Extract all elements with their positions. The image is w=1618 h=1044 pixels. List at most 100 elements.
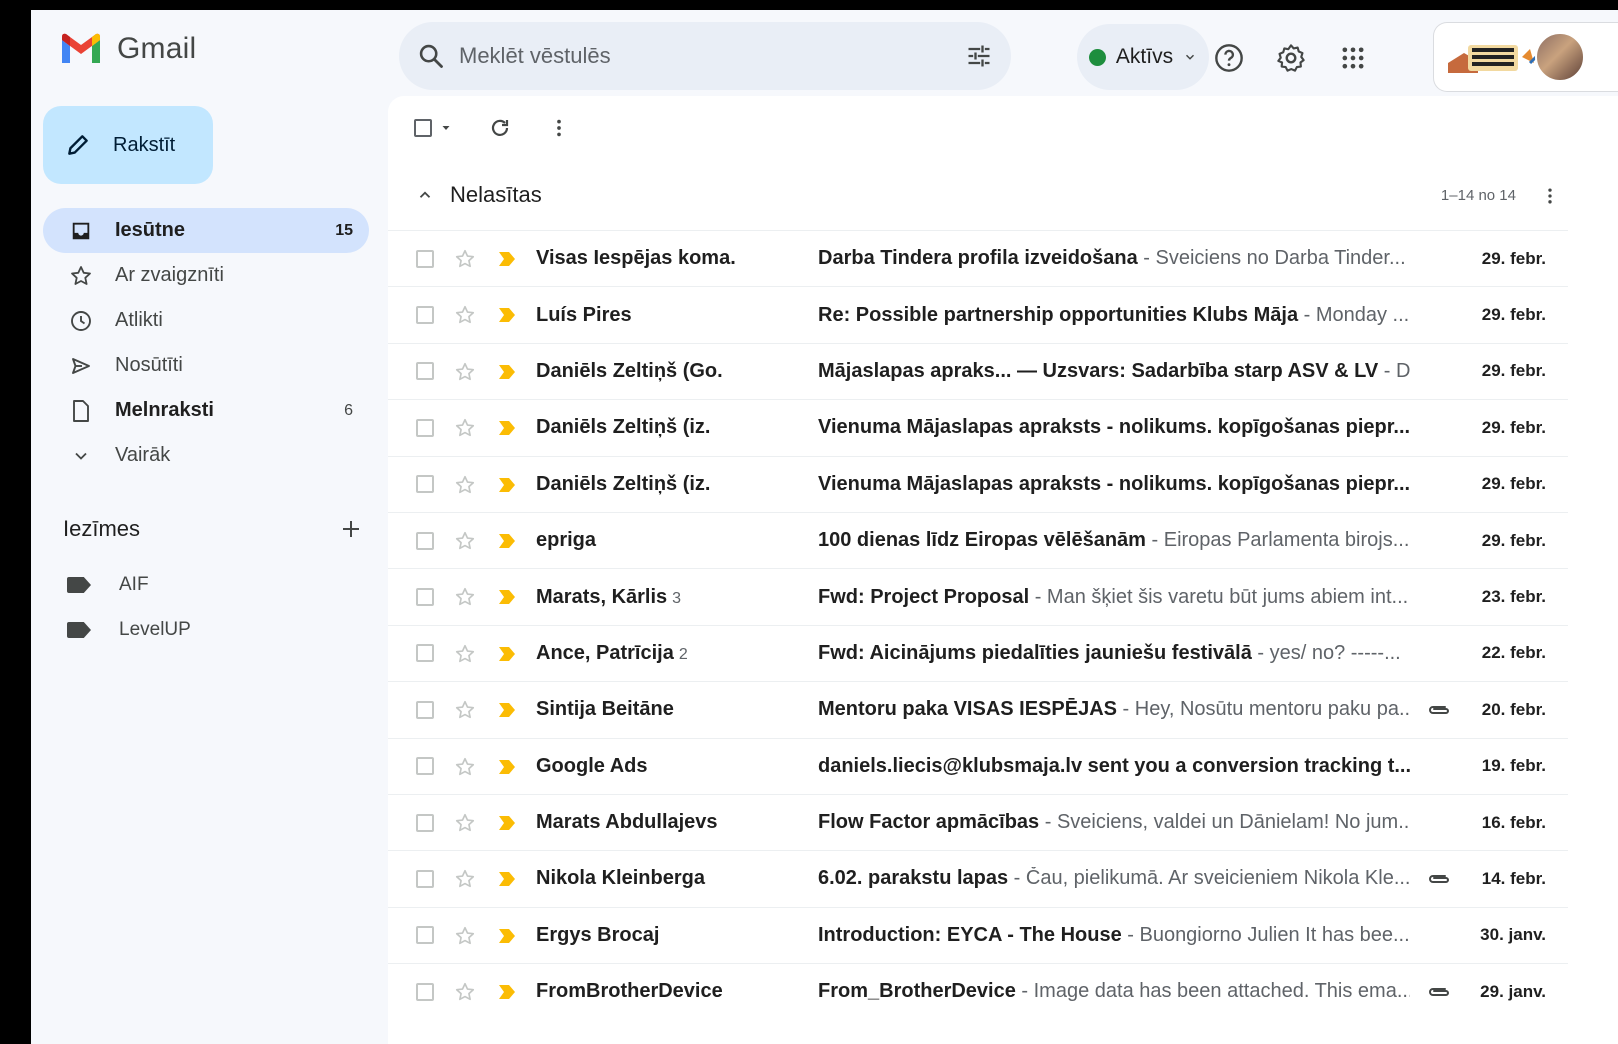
table-row[interactable]: Ergys Brocaj Introduction: EYCA - The Ho… [388,906,1568,964]
sidebar-item-sent[interactable]: Nosūtīti [43,343,369,388]
sidebar-item-drafts[interactable]: Melnraksti 6 [43,388,369,433]
important-marker-icon[interactable] [498,589,516,605]
important-marker-icon[interactable] [498,364,516,380]
email-date: 29. febr. [1481,474,1546,494]
table-row[interactable]: Nikola Kleinberga 6.02. parakstu lapas -… [388,850,1568,907]
row-checkbox[interactable] [416,362,434,381]
important-marker-icon[interactable] [498,251,516,267]
table-row[interactable]: Marats Abdullajevs Flow Factor apmācības… [388,793,1568,851]
important-marker-icon[interactable] [498,533,516,549]
avatar[interactable] [1535,32,1585,82]
row-checkbox[interactable] [416,531,434,550]
gmail-logo[interactable]: Gmail [59,32,196,66]
email-subject: Vienuma Mājaslapas apraksts - nolikums. … [818,416,1410,439]
row-checkbox[interactable] [416,869,434,888]
more-vert-icon[interactable] [1540,186,1560,206]
row-checkbox[interactable] [416,813,434,832]
row-checkbox[interactable] [416,700,434,719]
star-icon[interactable] [454,643,476,665]
email-date: 19. febr. [1481,756,1546,776]
important-marker-icon[interactable] [498,646,516,662]
star-icon[interactable] [454,586,476,608]
caret-down-icon[interactable] [440,122,452,134]
attachment-icon[interactable] [1426,869,1452,889]
row-checkbox[interactable] [416,757,434,776]
important-marker-icon[interactable] [498,420,516,436]
star-icon[interactable] [454,981,476,1003]
table-row[interactable]: Daniēls Zeltiņš (iz. Vienuma Mājaslapas … [388,455,1568,512]
sender-name: FromBrotherDevice [536,980,723,1003]
email-subject: Fwd: Project Proposal [818,585,1030,608]
more-vert-icon[interactable] [548,117,570,139]
email-subject-line: 100 dienas līdz Eiropas vēlēšanām - Eiro… [818,529,1410,552]
label-item-levelup[interactable]: LevelUP [67,619,191,641]
star-icon[interactable] [454,530,476,552]
table-row[interactable]: Marats, Kārlis 3 Fwd: Project Proposal - … [388,568,1568,625]
sender-name: Ance, Patrīcija [536,641,674,664]
row-checkbox[interactable] [416,982,434,1001]
table-row[interactable]: Sintija Beitāne Mentoru paka VISAS IESPĒ… [388,681,1568,738]
email-sender: Marats Abdullajevs [536,811,723,834]
sidebar-item-inbox[interactable]: Iesūtne 15 [43,208,369,253]
star-icon[interactable] [454,868,476,890]
table-row[interactable]: Daniēls Zeltiņš (Go. Mājaslapas apraks..… [388,342,1568,400]
attachment-icon[interactable] [1426,700,1452,720]
row-checkbox[interactable] [416,418,434,437]
table-row[interactable]: Ance, Patrīcija 2 Fwd: Aicinājums piedalī… [388,624,1568,682]
important-marker-icon[interactable] [498,477,516,493]
chevron-up-icon[interactable] [416,186,434,204]
attachment-icon[interactable] [1426,982,1452,1002]
drafts-count-badge: 6 [344,401,353,419]
search-bar[interactable] [399,22,1011,90]
section-header-unread[interactable]: Nelasītas 1–14 no 14 [416,182,1556,208]
search-options-icon[interactable] [965,42,993,70]
apps-button[interactable] [1333,38,1373,78]
sidebar-item-starred[interactable]: Ar zvaigznīti [43,253,369,298]
important-marker-icon[interactable] [498,928,516,944]
row-checkbox[interactable] [416,926,434,945]
star-icon[interactable] [454,699,476,721]
row-checkbox[interactable] [416,249,434,268]
select-all-dropdown[interactable] [414,119,452,137]
organization-badge[interactable] [1433,22,1618,92]
important-marker-icon[interactable] [498,702,516,718]
table-row[interactable]: FromBrotherDevice From_BrotherDevice - I… [388,963,1568,1020]
label-item-aif[interactable]: AIF [67,574,149,596]
table-row[interactable]: epriga 100 dienas līdz Eiropas vēlēšanām… [388,511,1568,569]
important-marker-icon[interactable] [498,871,516,887]
add-label-icon[interactable] [339,517,363,541]
table-row[interactable]: Visas Iespējas koma. Darba Tindera profi… [388,230,1568,287]
email-sender: epriga [536,529,601,552]
table-row[interactable]: Luís Pires Re: Possible partnership oppo… [388,286,1568,343]
important-marker-icon[interactable] [498,815,516,831]
refresh-icon[interactable] [488,116,512,140]
sidebar-item-more[interactable]: Vairāk [43,433,369,478]
important-marker-icon[interactable] [498,984,516,1000]
table-row[interactable]: Google Ads daniels.liecis@klubsmaja.lv s… [388,737,1568,794]
important-marker-icon[interactable] [498,307,516,323]
star-icon[interactable] [454,474,476,496]
compose-button[interactable]: Rakstīt [43,106,213,184]
settings-button[interactable] [1271,38,1311,78]
star-icon[interactable] [454,925,476,947]
star-icon[interactable] [454,361,476,383]
search-input[interactable] [459,43,965,69]
row-checkbox[interactable] [416,475,434,494]
email-date: 29. febr. [1481,248,1546,268]
search-icon[interactable] [417,42,445,70]
star-icon[interactable] [454,812,476,834]
star-icon[interactable] [454,756,476,778]
star-icon[interactable] [454,248,476,270]
help-button[interactable] [1209,38,1249,78]
status-selector[interactable]: Aktīvs [1077,24,1209,90]
star-icon[interactable] [454,417,476,439]
important-marker-icon[interactable] [498,759,516,775]
select-all-checkbox[interactable] [414,119,432,137]
table-row[interactable]: Daniēls Zeltiņš (iz. Vienuma Mājaslapas … [388,399,1568,456]
email-list: Visas Iespējas koma. Darba Tindera profi… [388,230,1568,1020]
row-checkbox[interactable] [416,644,434,663]
sidebar-item-snoozed[interactable]: Atlikti [43,298,369,343]
row-checkbox[interactable] [416,306,434,325]
star-icon[interactable] [454,304,476,326]
row-checkbox[interactable] [416,588,434,607]
